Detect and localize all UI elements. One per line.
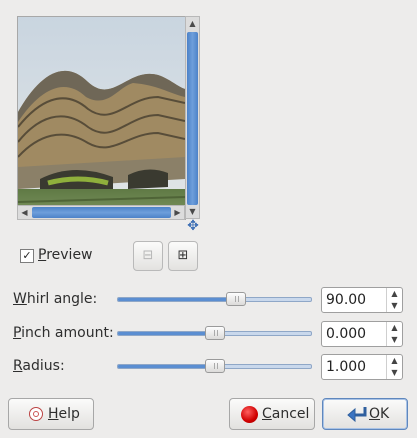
whirl-angle-slider[interactable]	[117, 297, 312, 302]
radius-spinbox[interactable]: ▲▼	[321, 354, 403, 380]
cancel-button-label: Cancel	[262, 406, 310, 422]
radius-input[interactable]	[326, 358, 382, 376]
pinch-amount-spinbox[interactable]: ▲▼	[321, 321, 403, 347]
spin-up-icon[interactable]: ▲	[387, 322, 402, 334]
spin-down-icon[interactable]: ▼	[387, 334, 402, 346]
move-arrows-icon[interactable]: ✥	[186, 219, 200, 233]
cancel-button[interactable]: Cancel	[229, 398, 315, 430]
ok-button-label: OK	[369, 406, 390, 422]
vertical-scroll-thumb[interactable]	[187, 32, 198, 205]
scroll-down-icon[interactable]: ▼	[186, 205, 199, 218]
scroll-up-icon[interactable]: ▲	[186, 17, 199, 30]
whirl-angle-slider-handle[interactable]	[226, 292, 246, 306]
lifebuoy-icon	[29, 407, 43, 421]
return-arrow-icon	[347, 407, 367, 423]
preview-checkbox[interactable]: ✓	[20, 249, 34, 263]
scroll-left-icon[interactable]: ◀	[18, 206, 31, 219]
spin-up-icon[interactable]: ▲	[387, 288, 402, 300]
red-circle-icon	[241, 406, 258, 423]
preview-vertical-scrollbar[interactable]: ▲ ▼	[185, 16, 200, 219]
pinch-amount-slider-handle[interactable]	[205, 326, 225, 340]
preview-horizontal-scrollbar[interactable]: ◀ ▶	[17, 205, 185, 220]
radius-slider-handle[interactable]	[205, 359, 225, 373]
whirl-angle-spinbox[interactable]: ▲▼	[321, 287, 403, 313]
pinch-amount-input[interactable]	[326, 325, 382, 343]
whirl-angle-label: Whirl angle:	[13, 291, 98, 307]
spin-down-icon[interactable]: ▼	[387, 367, 402, 379]
preview-checkbox-label[interactable]: Preview	[38, 247, 93, 263]
ok-button[interactable]: OK	[322, 398, 408, 430]
help-button-label: Help	[48, 406, 80, 422]
radius-label: Radius:	[13, 358, 65, 374]
zoom-out-icon: ⊟	[142, 248, 154, 263]
help-button[interactable]: Help	[8, 398, 94, 430]
pinch-amount-label: Pinch amount:	[13, 325, 114, 341]
spin-up-icon[interactable]: ▲	[387, 355, 402, 367]
zoom-in-icon: ⊞	[177, 248, 189, 263]
preview-image[interactable]	[17, 16, 186, 220]
whirl-angle-input[interactable]	[326, 291, 382, 309]
zoom-in-button[interactable]: ⊞	[168, 241, 198, 271]
preview-photo	[18, 17, 185, 219]
scroll-right-icon[interactable]: ▶	[171, 206, 184, 219]
horizontal-scroll-thumb[interactable]	[32, 207, 171, 218]
spin-down-icon[interactable]: ▼	[387, 300, 402, 312]
zoom-out-button: ⊟	[133, 241, 163, 271]
